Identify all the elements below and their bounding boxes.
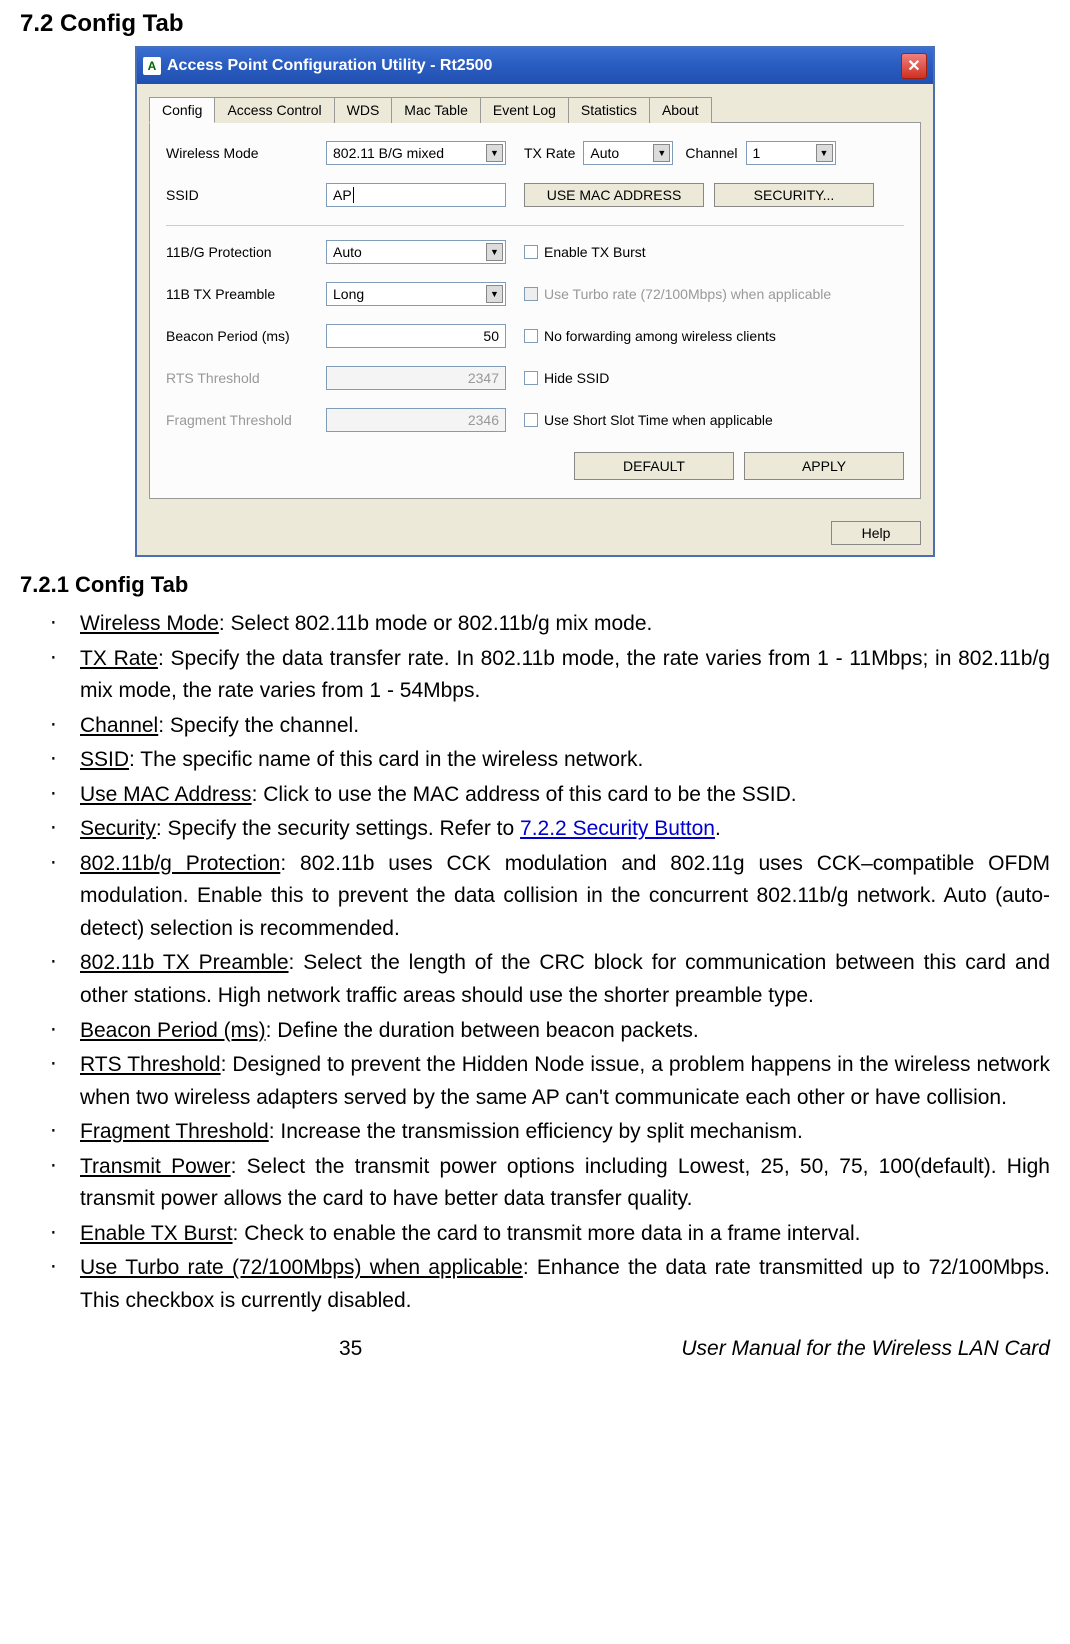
text-cursor (353, 187, 354, 203)
turbo-rate-label: Use Turbo rate (72/100Mbps) when applica… (544, 286, 831, 302)
hide-ssid-checkbox[interactable] (524, 371, 538, 385)
tab-statistics[interactable]: Statistics (568, 97, 650, 123)
config-window: A Access Point Configuration Utility - R… (135, 46, 935, 557)
titlebar: A Access Point Configuration Utility - R… (137, 48, 933, 84)
list-item: ‧802.11b/g Protection: 802.11b uses CCK … (50, 848, 1050, 946)
beacon-value: 50 (483, 328, 499, 344)
security-button[interactable]: SECURITY... (714, 183, 874, 207)
window-title: Access Point Configuration Utility - Rt2… (167, 57, 492, 75)
short-slot-checkbox[interactable] (524, 413, 538, 427)
tab-mac-table[interactable]: Mac Table (391, 97, 481, 123)
list-item: ‧Enable TX Burst: Check to enable the ca… (50, 1218, 1050, 1251)
beacon-input[interactable]: 50 (326, 324, 506, 348)
rts-label: RTS Threshold (166, 370, 326, 386)
list-item: ‧Use MAC Address: Click to use the MAC a… (50, 779, 1050, 812)
channel-select[interactable]: 1 ▼ (746, 141, 836, 165)
beacon-label: Beacon Period (ms) (166, 328, 326, 344)
tab-event-log[interactable]: Event Log (480, 97, 569, 123)
enable-tx-burst-label: Enable TX Burst (544, 244, 646, 260)
definitions-list: ‧Wireless Mode: Select 802.11b mode or 8… (20, 608, 1050, 1317)
wireless-mode-value: 802.11 B/G mixed (333, 145, 444, 161)
turbo-rate-checkbox (524, 287, 538, 301)
list-item: ‧Beacon Period (ms): Define the duration… (50, 1015, 1050, 1048)
heading-7-2: 7.2 Config Tab (20, 10, 1050, 38)
no-forwarding-checkbox[interactable] (524, 329, 538, 343)
tab-access-control[interactable]: Access Control (214, 97, 334, 123)
wireless-mode-label: Wireless Mode (166, 145, 326, 161)
preamble-value: Long (333, 286, 364, 302)
preamble-label: 11B TX Preamble (166, 286, 326, 302)
rts-value: 2347 (468, 370, 499, 386)
channel-label: Channel (685, 145, 737, 161)
tab-config[interactable]: Config (149, 97, 215, 123)
ssid-input[interactable]: AP (326, 183, 506, 207)
use-mac-address-button[interactable]: USE MAC ADDRESS (524, 183, 704, 207)
preamble-select[interactable]: Long ▼ (326, 282, 506, 306)
heading-7-2-1: 7.2.1 Config Tab (20, 572, 1050, 598)
protection-label: 11B/G Protection (166, 244, 326, 260)
page-footer: 35 User Manual for the Wireless LAN Card (20, 1337, 1050, 1361)
chevron-down-icon: ▼ (486, 144, 503, 162)
list-item: ‧Channel: Specify the channel. (50, 710, 1050, 743)
chevron-down-icon: ▼ (486, 285, 503, 303)
list-item: ‧802.11b TX Preamble: Select the length … (50, 947, 1050, 1012)
tab-wds[interactable]: WDS (334, 97, 393, 123)
divider (166, 225, 904, 226)
list-item: ‧RTS Threshold: Designed to prevent the … (50, 1049, 1050, 1114)
fragment-label: Fragment Threshold (166, 412, 326, 428)
list-item: ‧Use Turbo rate (72/100Mbps) when applic… (50, 1252, 1050, 1317)
rts-input: 2347 (326, 366, 506, 390)
app-icon: A (143, 57, 161, 75)
page-number: 35 (93, 1337, 608, 1361)
footer-title: User Manual for the Wireless LAN Card (681, 1337, 1050, 1361)
list-item: ‧Fragment Threshold: Increase the transm… (50, 1116, 1050, 1149)
help-button[interactable]: Help (831, 521, 921, 545)
tx-rate-label: TX Rate (524, 145, 575, 161)
chevron-down-icon: ▼ (486, 243, 503, 261)
protection-select[interactable]: Auto ▼ (326, 240, 506, 264)
enable-tx-burst-checkbox[interactable] (524, 245, 538, 259)
tab-strip: Config Access Control WDS Mac Table Even… (149, 96, 921, 123)
list-item: ‧Transmit Power: Select the transmit pow… (50, 1151, 1050, 1216)
list-item: ‧Security: Specify the security settings… (50, 813, 1050, 846)
default-button[interactable]: DEFAULT (574, 452, 734, 480)
list-item: ‧Wireless Mode: Select 802.11b mode or 8… (50, 608, 1050, 641)
list-item: ‧SSID: The specific name of this card in… (50, 744, 1050, 777)
chevron-down-icon: ▼ (653, 144, 670, 162)
no-forwarding-label: No forwarding among wireless clients (544, 328, 776, 344)
channel-value: 1 (753, 145, 761, 161)
tab-about[interactable]: About (649, 97, 712, 123)
close-icon[interactable]: ✕ (901, 53, 927, 79)
wireless-mode-select[interactable]: 802.11 B/G mixed ▼ (326, 141, 506, 165)
ssid-value: AP (333, 187, 352, 203)
protection-value: Auto (333, 244, 362, 260)
fragment-input: 2346 (326, 408, 506, 432)
tx-rate-value: Auto (590, 145, 619, 161)
fragment-value: 2346 (468, 412, 499, 428)
ssid-label: SSID (166, 187, 326, 203)
hide-ssid-label: Hide SSID (544, 370, 609, 386)
apply-button[interactable]: APPLY (744, 452, 904, 480)
security-button-link[interactable]: 7.2.2 Security Button (520, 817, 715, 840)
list-item: ‧TX Rate: Specify the data transfer rate… (50, 643, 1050, 708)
short-slot-label: Use Short Slot Time when applicable (544, 412, 773, 428)
chevron-down-icon: ▼ (816, 144, 833, 162)
tx-rate-select[interactable]: Auto ▼ (583, 141, 673, 165)
